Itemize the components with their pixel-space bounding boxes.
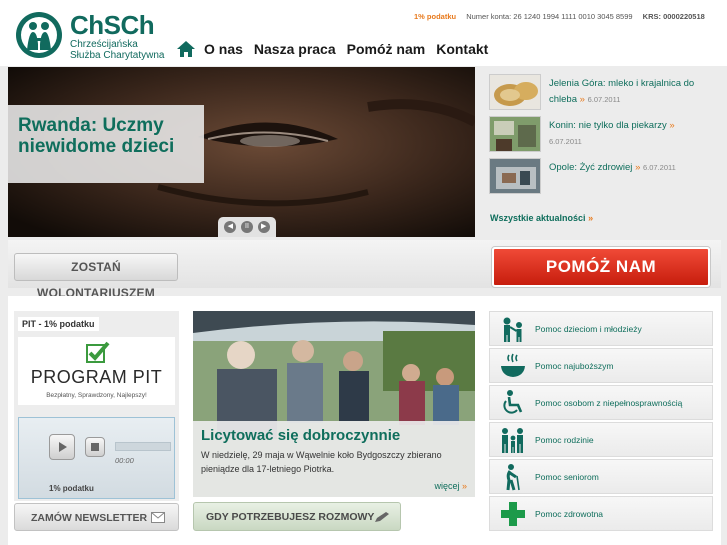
help-area-label[interactable]: Pomoc osobom z niepełnosprawnością <box>535 398 682 408</box>
nav-item-pomoz-nam[interactable]: Pomóż nam <box>347 41 426 57</box>
help-area-label[interactable]: Pomoc najuboższym <box>535 361 613 371</box>
all-news-arrow[interactable]: » <box>588 213 593 223</box>
news-thumbnail[interactable] <box>489 158 541 194</box>
news-text: Konin: nie tylko dla piekarzy » 6.07.201… <box>549 118 717 150</box>
news-title[interactable]: Jelenia Góra: mleko i krajalnica do chle… <box>549 78 694 105</box>
news-arrow[interactable]: » <box>669 120 674 131</box>
nav-item-nasza-praca[interactable]: Nasza praca <box>254 41 336 57</box>
children-icon <box>503 317 522 342</box>
read-more-link[interactable]: więcej » <box>434 481 467 491</box>
news-item[interactable]: Jelenia Góra: mleko i krajalnica do chle… <box>489 74 721 114</box>
news-thumbnail[interactable] <box>489 116 541 152</box>
help-area-label[interactable]: Pomoc dzieciom i młodzieży <box>535 324 642 334</box>
help-area-label[interactable]: Pomoc rodzinie <box>535 435 594 445</box>
nav-item-kontakt[interactable]: Kontakt <box>436 41 488 57</box>
pit-link[interactable]: 1% podatku <box>414 12 456 21</box>
slider-prev-button[interactable]: ◀ <box>224 221 237 233</box>
senior-icon <box>506 464 520 491</box>
hero-title[interactable]: Rwanda: Uczmy niewidome dzieci <box>18 115 174 157</box>
news-item[interactable]: Opole: Żyć zdrowiej » 6.07.2011 <box>489 158 721 198</box>
stop-button[interactable] <box>85 437 105 457</box>
pencil-icon <box>375 512 389 522</box>
checkbox-check-icon <box>86 341 110 363</box>
home-icon[interactable] <box>176 40 196 58</box>
slider-next-button[interactable]: ▶ <box>257 221 270 233</box>
action-band: ZOSTAŃ WOLONTARIUSZEM POMÓŻ NAM <box>8 240 721 300</box>
need-to-talk-button[interactable]: GDY POTRZEBUJESZ ROZMOWY <box>193 502 401 531</box>
read-more-label[interactable]: więcej <box>434 481 459 491</box>
family-icon <box>502 428 523 453</box>
feature-title[interactable]: Licytować się dobroczynnie <box>201 427 467 444</box>
medical-cross-icon <box>501 502 525 526</box>
all-news-link[interactable]: Wszystkie aktualności » <box>490 213 593 223</box>
help-area-disability[interactable]: Pomoc osobom z niepełnosprawnością <box>489 385 713 420</box>
feature-story[interactable]: Licytować się dobroczynnie W niedzielę, … <box>193 311 475 497</box>
help-areas-list: Pomoc dzieciom i młodzieży Pomoc najuboż… <box>489 311 713 533</box>
read-more-arrow[interactable]: » <box>462 481 467 491</box>
feature-caption: Licytować się dobroczynnie W niedzielę, … <box>193 421 475 497</box>
help-area-seniors[interactable]: Pomoc seniorom <box>489 459 713 494</box>
stop-icon <box>91 443 99 451</box>
slider-controls: ◀ II ▶ <box>218 217 276 237</box>
logo-subtitle-line2: Służba Charytatywna <box>70 50 165 61</box>
need-to-talk-label: GDY POTRZEBUJESZ ROZMOWY <box>206 511 375 523</box>
news-thumbnail[interactable] <box>489 74 541 110</box>
site-header: ChSCh Chrześcijańska Służba Charytatywna… <box>0 0 727 66</box>
pit-panel: PIT - 1% podatku PROGRAM PIT Bezpłatny, … <box>14 311 179 501</box>
help-area-label[interactable]: Pomoc zdrowotna <box>535 509 603 519</box>
envelope-icon <box>151 512 165 523</box>
logo-title: ChSCh <box>70 10 155 40</box>
help-area-label[interactable]: Pomoc seniorom <box>535 472 599 482</box>
newsletter-label: ZAMÓW NEWSLETTER <box>31 512 148 524</box>
logo-subtitle-line1: Chrześcijańska <box>70 39 138 50</box>
nav-item-o-nas[interactable]: O nas <box>204 41 243 57</box>
all-news-label[interactable]: Wszystkie aktualności <box>490 213 586 223</box>
news-title[interactable]: Konin: nie tylko dla piekarzy <box>549 120 667 131</box>
logo-mark-icon <box>16 12 62 58</box>
soup-bowl-icon <box>501 353 525 377</box>
audio-time: 00:00 <box>115 456 134 465</box>
logo[interactable]: ChSCh Chrześcijańska Służba Charytatywna <box>14 10 165 61</box>
help-area-health[interactable]: Pomoc zdrowotna <box>489 496 713 531</box>
news-text: Jelenia Góra: mleko i krajalnica do chle… <box>549 76 717 108</box>
program-pit-slogan: Bezpłatny, Sprawdzony, Najlepszy! <box>46 392 147 399</box>
volunteer-button[interactable]: ZOSTAŃ WOLONTARIUSZEM <box>14 253 178 300</box>
news-arrow[interactable]: » <box>635 162 640 173</box>
news-title[interactable]: Opole: Żyć zdrowiej <box>549 162 632 173</box>
news-date: 6.07.2011 <box>549 137 582 146</box>
krs-number: KRS: 0000220518 <box>642 12 705 21</box>
slider-pause-button[interactable]: II <box>240 221 253 233</box>
news-text: Opole: Żyć zdrowiej » 6.07.2011 <box>549 160 717 176</box>
help-area-children[interactable]: Pomoc dzieciom i młodzieży <box>489 311 713 346</box>
top-info-bar: 1% podatku Numer konta: 26 1240 1994 111… <box>414 12 705 21</box>
main-nav: O nas Nasza praca Pomóż nam Kontakt <box>176 38 499 60</box>
audio-progress-bar[interactable] <box>115 442 171 451</box>
hero-slider[interactable]: Rwanda: Uczmy niewidome dzieci ◀ II ▶ <box>8 67 475 237</box>
newsletter-button[interactable]: ZAMÓW NEWSLETTER <box>14 503 179 531</box>
help-us-button[interactable]: POMÓŻ NAM <box>492 247 710 287</box>
help-area-family[interactable]: Pomoc rodzinie <box>489 422 713 457</box>
news-date: 6.07.2011 <box>643 163 676 172</box>
play-icon <box>59 442 67 452</box>
audio-label: 1% podatku <box>49 484 94 493</box>
program-pit-banner[interactable]: PROGRAM PIT Bezpłatny, Sprawdzony, Najle… <box>18 337 175 405</box>
hero-caption[interactable]: Rwanda: Uczmy niewidome dzieci <box>8 105 204 183</box>
audio-player: 00:00 1% podatku <box>18 417 175 499</box>
news-arrow[interactable]: » <box>580 94 585 105</box>
help-area-poor[interactable]: Pomoc najuboższym <box>489 348 713 383</box>
pit-title: PIT - 1% podatku <box>18 317 99 331</box>
news-date: 6.07.2011 <box>587 95 621 104</box>
play-button[interactable] <box>49 434 75 460</box>
news-item[interactable]: Konin: nie tylko dla piekarzy » 6.07.201… <box>489 116 721 156</box>
news-list: Jelenia Góra: mleko i krajalnica do chle… <box>483 67 721 237</box>
feature-text: W niedzielę, 29 maja w Wąwelnie koło Byd… <box>201 450 442 474</box>
program-pit-name: PROGRAM PIT <box>30 367 163 387</box>
account-number: Numer konta: 26 1240 1994 1111 0010 3045… <box>466 12 633 21</box>
wheelchair-icon <box>503 390 523 414</box>
